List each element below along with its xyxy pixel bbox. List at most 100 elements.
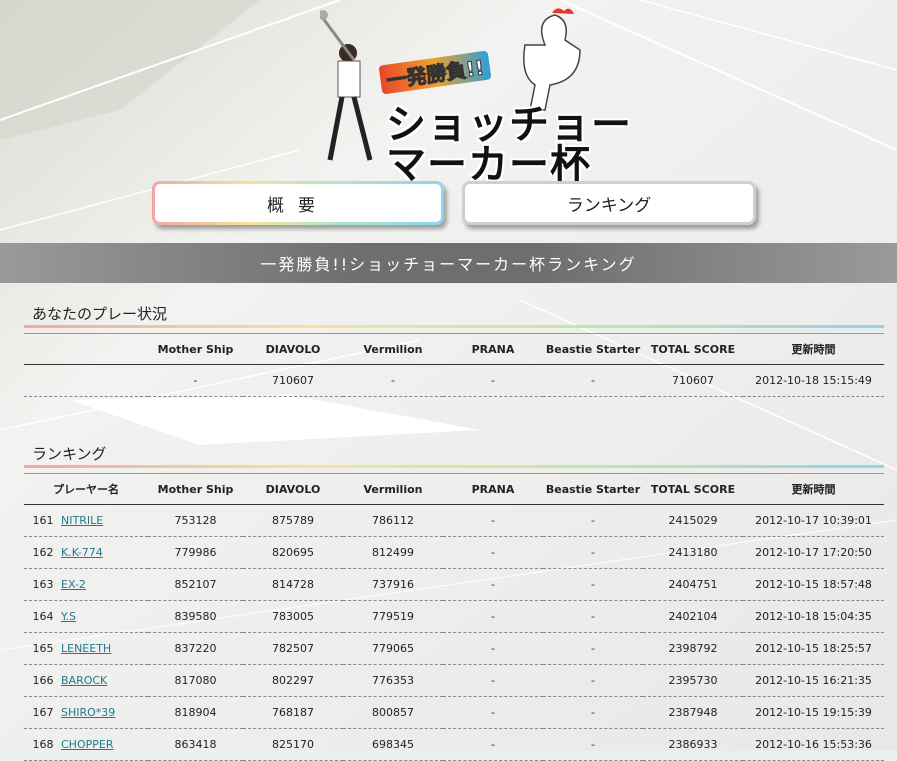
column-header: DIAVOLO (243, 333, 343, 365)
table-cell: 779986 (148, 536, 243, 569)
table-header-row: プレーヤー名 Mother Ship DIAVOLO Vermilion PRA… (24, 473, 884, 505)
player-name-link[interactable]: LENEETH (61, 642, 111, 655)
rank-number: 168 (32, 738, 54, 751)
table-cell: 837220 (148, 632, 243, 665)
rank-number: 166 (32, 674, 54, 687)
tab-overview[interactable]: 概要 (152, 181, 444, 225)
table-cell: 779519 (343, 600, 443, 633)
table-cell: - (148, 364, 243, 397)
rank-number: 167 (32, 706, 54, 719)
table-header-row: Mother Ship DIAVOLO Vermilion PRANA Beas… (24, 333, 884, 365)
column-header (24, 333, 148, 365)
player-name-link[interactable]: SHIRO*39 (61, 706, 115, 719)
table-cell: - (443, 364, 543, 397)
table-cell: 2387948 (643, 696, 743, 729)
table-cell: 814728 (243, 568, 343, 601)
table-row: 165 LENEETH 837220 782507 779065- -2398792 201… (24, 632, 884, 665)
player-name-link[interactable]: CHOPPER (61, 738, 113, 751)
rank-number: 161 (32, 514, 54, 527)
table-row: - 710607 - - - 710607 2012-10-18 15:15:4… (24, 364, 884, 397)
column-header: プレーヤー名 (24, 473, 148, 505)
table-cell: 800857 (343, 696, 443, 729)
table-cell: - (543, 600, 643, 633)
page-title-banner: 一発勝負!!ショッチョーマーカー杯ランキング (0, 243, 897, 283)
player-cell: 164 Y.S (24, 600, 148, 633)
table-cell: 782507 (243, 632, 343, 665)
table-cell: 2012-10-18 15:04:35 (743, 600, 884, 633)
table-cell: - (543, 696, 643, 729)
divider (24, 465, 884, 468)
table-cell: 839580 (148, 600, 243, 633)
table-cell: - (443, 568, 543, 601)
table-cell: - (443, 536, 543, 569)
table-cell: - (443, 664, 543, 697)
tab-ranking[interactable]: ランキング (462, 181, 756, 225)
table-cell: 820695 (243, 536, 343, 569)
table-row: 168 CHOPPER 863418 825170 698345- -2386933 201… (24, 728, 884, 761)
rank-number: 165 (32, 642, 54, 655)
table-cell: 786112 (343, 504, 443, 537)
table-cell: - (543, 504, 643, 537)
table-cell: 2012-10-18 15:15:49 (743, 364, 884, 397)
table-cell: 2402104 (643, 600, 743, 633)
player-cell: 168 CHOPPER (24, 728, 148, 761)
table-cell: 2395730 (643, 664, 743, 697)
table-cell: 2012-10-15 19:15:39 (743, 696, 884, 729)
table-cell: 2415029 (643, 504, 743, 537)
player-name-link[interactable]: Y.S (61, 610, 76, 623)
player-cell: 162 K.K-774 (24, 536, 148, 569)
table-row: 166 BAROCK 817080 802297 776353- -2395730 2012… (24, 664, 884, 697)
table-cell: 2012-10-15 16:21:35 (743, 664, 884, 697)
player-name-link[interactable]: K.K-774 (61, 546, 103, 559)
table-row: 162 K.K-774 779986 820695 812499- -2413180 201… (24, 536, 884, 569)
player-name-link[interactable]: NITRILE (61, 514, 103, 527)
player-cell: 167 SHIRO*39 (24, 696, 148, 729)
table-cell: 818904 (148, 696, 243, 729)
table-cell: - (443, 600, 543, 633)
table-cell: 737916 (343, 568, 443, 601)
table-cell: 875789 (243, 504, 343, 537)
table-row: 164 Y.S 839580 783005 779519- -2402104 2012-10… (24, 600, 884, 633)
player-cell: 161 NITRILE (24, 504, 148, 537)
table-row: 167 SHIRO*39 818904 768187 800857- -2387948 20… (24, 696, 884, 729)
rank-number: 162 (32, 546, 54, 559)
player-name-link[interactable]: EX-2 (61, 578, 86, 591)
table-cell: 779065 (343, 632, 443, 665)
ranking-table: プレーヤー名 Mother Ship DIAVOLO Vermilion PRA… (24, 473, 884, 761)
my-status-table: Mother Ship DIAVOLO Vermilion PRANA Beas… (24, 333, 884, 397)
table-cell: - (543, 536, 643, 569)
table-cell: 812499 (343, 536, 443, 569)
divider (24, 325, 884, 328)
table-cell: 2012-10-17 17:20:50 (743, 536, 884, 569)
table-cell: 710607 (243, 364, 343, 397)
column-header: Beastie Starter (543, 473, 643, 505)
table-cell: 2012-10-17 10:39:01 (743, 504, 884, 537)
table-cell: 2404751 (643, 568, 743, 601)
player-cell: 165 LENEETH (24, 632, 148, 665)
column-header: Vermilion (343, 333, 443, 365)
table-cell: - (443, 504, 543, 537)
table-cell: - (443, 728, 543, 761)
table-cell: - (343, 364, 443, 397)
rank-number: 164 (32, 610, 54, 623)
table-cell: 863418 (148, 728, 243, 761)
table-cell: 783005 (243, 600, 343, 633)
column-header: Beastie Starter (543, 333, 643, 365)
my-status-heading: あなたのプレー状況 (32, 305, 168, 323)
rank-number: 163 (32, 578, 54, 591)
table-cell: 2413180 (643, 536, 743, 569)
table-cell: 776353 (343, 664, 443, 697)
column-header: 更新時間 (743, 473, 884, 505)
table-cell: - (443, 632, 543, 665)
table-cell: - (543, 568, 643, 601)
player-cell: 166 BAROCK (24, 664, 148, 697)
table-cell: - (543, 364, 643, 397)
table-cell: 2398792 (643, 632, 743, 665)
player-name-link[interactable]: BAROCK (61, 674, 107, 687)
column-header: DIAVOLO (243, 473, 343, 505)
table-cell: 2386933 (643, 728, 743, 761)
table-cell: - (543, 632, 643, 665)
table-cell: 825170 (243, 728, 343, 761)
table-cell: 768187 (243, 696, 343, 729)
column-header: Mother Ship (148, 333, 243, 365)
